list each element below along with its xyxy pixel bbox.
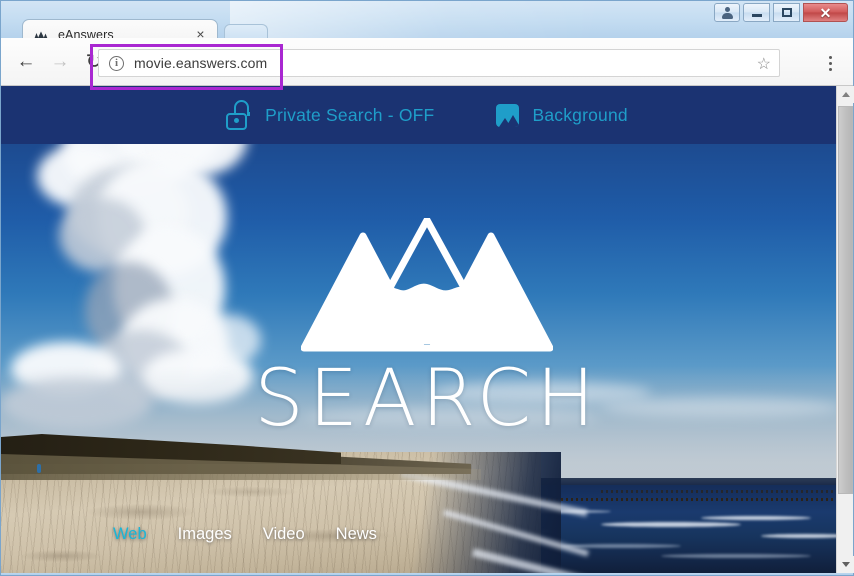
scroll-up-arrow[interactable] (837, 86, 854, 103)
close-window-button[interactable]: ✕ (803, 3, 848, 22)
search-category-nav: Web Images Video News (113, 525, 377, 544)
address-bar[interactable]: i movie.eanswers.com ☆ (98, 49, 780, 77)
close-icon: ✕ (819, 4, 832, 21)
page-scrollbar[interactable] (836, 86, 854, 573)
logo-wordmark: SEARCH (254, 354, 600, 444)
user-icon (720, 6, 734, 20)
private-search-toggle[interactable]: Private Search - OFF (226, 100, 434, 130)
title-bar: eAnswers × ✕ (0, 0, 854, 49)
minimize-icon (751, 14, 762, 17)
page-viewport: Private Search - OFF Background SEARCH W… (1, 86, 853, 573)
nav-item-web[interactable]: Web (113, 525, 147, 544)
image-icon (496, 103, 520, 127)
nav-item-news[interactable]: News (336, 525, 377, 544)
minimize-button[interactable] (743, 3, 770, 22)
url-text: movie.eanswers.com (134, 55, 268, 71)
site-logo: SEARCH (1, 218, 853, 444)
scrollbar-thumb[interactable] (838, 106, 853, 494)
three-dot-menu-icon[interactable] (818, 50, 842, 76)
bookmark-star-icon[interactable]: ☆ (757, 54, 771, 74)
person-on-beach (37, 464, 41, 473)
back-button[interactable]: ← (9, 45, 43, 79)
background-button[interactable]: Background (496, 103, 628, 127)
nav-item-video[interactable]: Video (263, 525, 305, 544)
maximize-icon (781, 8, 792, 17)
site-header: Private Search - OFF Background (1, 86, 853, 144)
site-info-icon[interactable]: i (109, 55, 124, 71)
background-label: Background (532, 104, 628, 125)
nav-item-images[interactable]: Images (178, 525, 232, 544)
browser-window: eAnswers × ✕ ← → ↻ i movie.eanswers.com … (0, 0, 854, 576)
maximize-button[interactable] (773, 3, 800, 22)
forward-button[interactable]: → (43, 45, 77, 79)
user-profile-button[interactable] (714, 3, 740, 22)
window-controls: ✕ (714, 3, 848, 22)
three-mountain-peaks-icon (301, 218, 553, 352)
open-padlock-icon (226, 100, 252, 130)
scroll-down-arrow[interactable] (837, 556, 854, 573)
private-search-label: Private Search - OFF (265, 104, 435, 125)
